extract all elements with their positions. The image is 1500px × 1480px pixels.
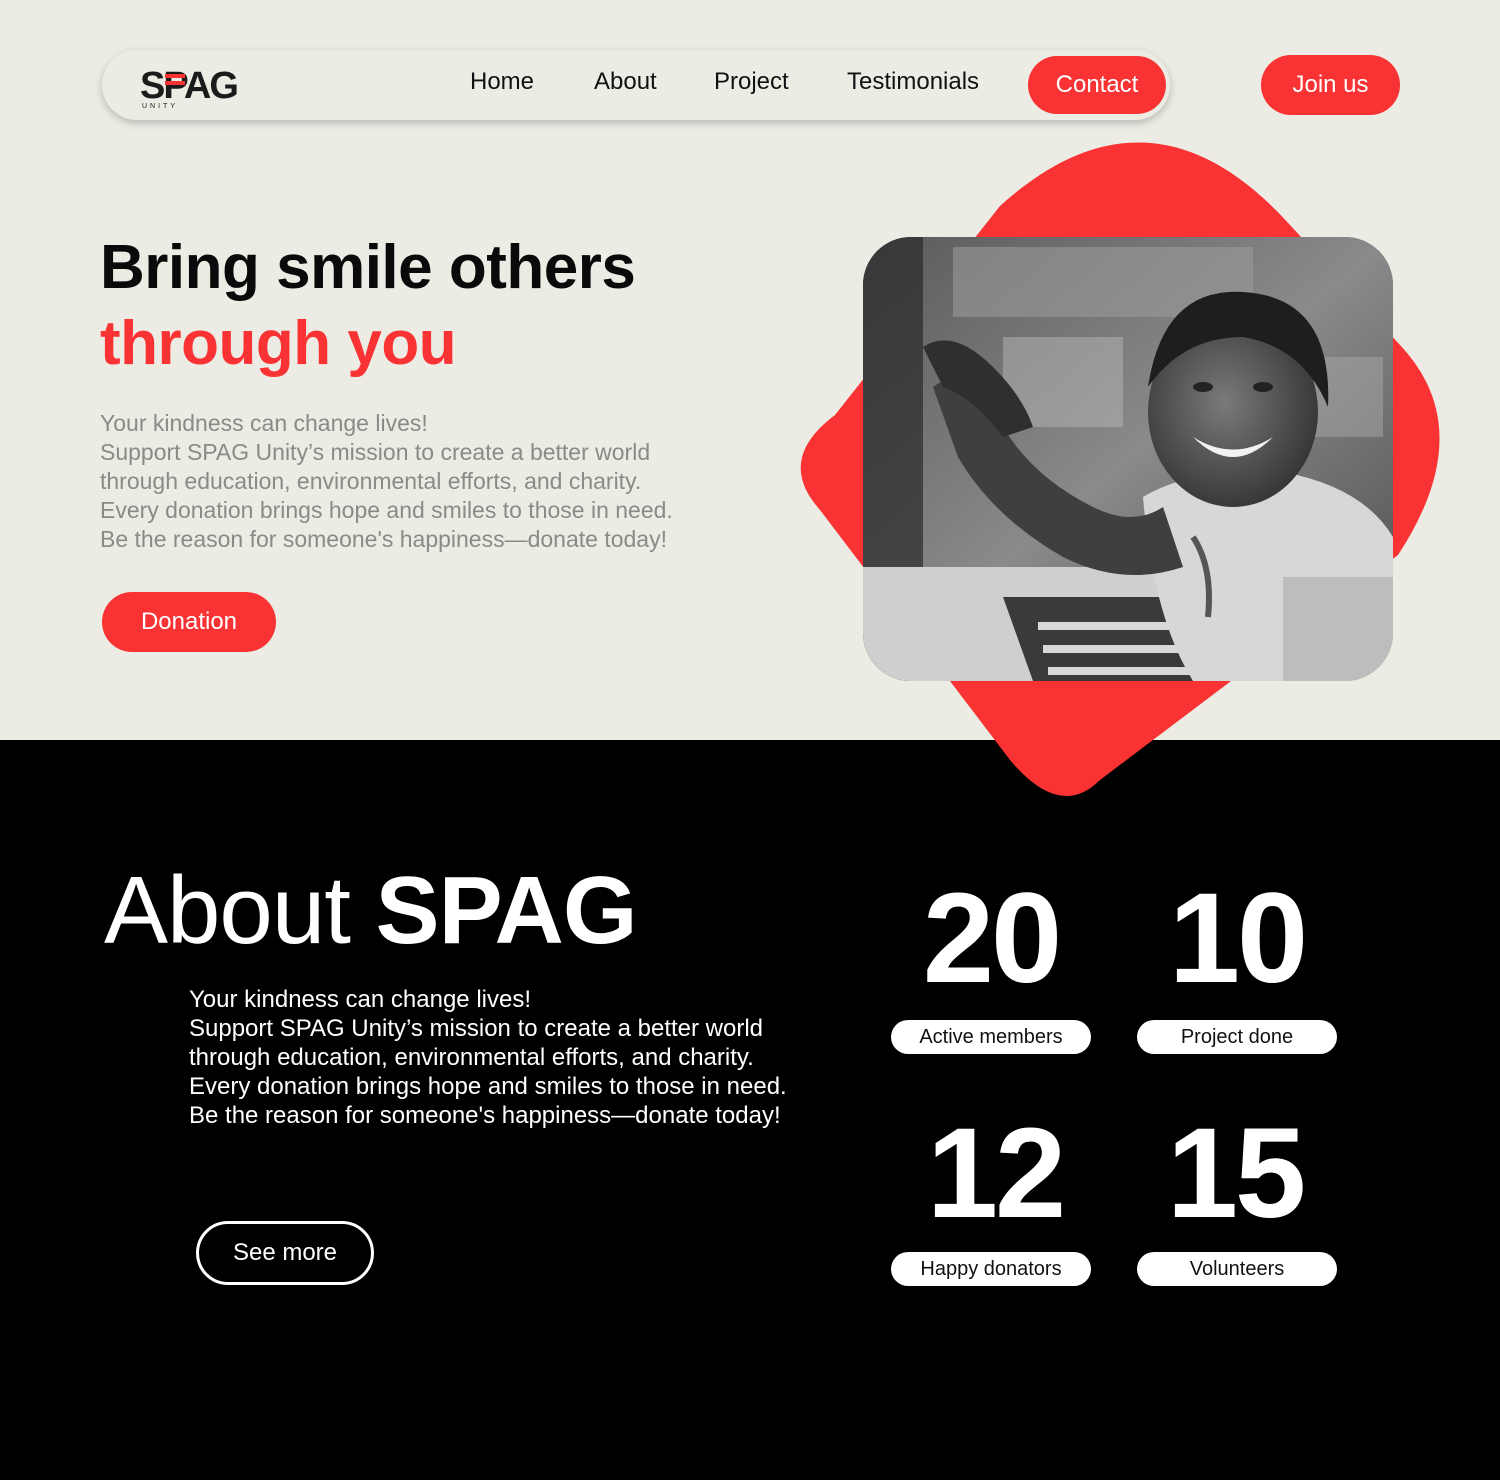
stat-happy-donators-value: 12	[926, 1102, 1066, 1245]
about-description: Your kindness can change lives! Support …	[189, 985, 787, 1130]
about-title: About SPAG	[104, 856, 638, 966]
hero-description-line: through education, environmental efforts…	[100, 468, 642, 494]
about-description-line: Support SPAG Unity’s mission to create a…	[189, 1015, 764, 1042]
about-description-line: Be the reason for someone's happiness—do…	[189, 1102, 781, 1129]
stat-active-members-label: Active members	[891, 1020, 1091, 1054]
hero-description: Your kindness can change lives! Support …	[100, 409, 780, 554]
stat-project-done-label: Project done	[1137, 1020, 1337, 1054]
nav-about-link[interactable]: About	[594, 68, 657, 96]
hero-title-line2: through you	[100, 309, 457, 378]
hero-photo-smiling-child	[863, 237, 1393, 681]
stat-volunteers-value: 15	[1166, 1102, 1306, 1245]
join-us-button[interactable]: Join us	[1261, 55, 1400, 115]
nav-testimonials-link[interactable]: Testimonials	[847, 68, 979, 96]
about-description-line: through education, environmental efforts…	[189, 1044, 754, 1071]
contact-button[interactable]: Contact	[1028, 56, 1166, 114]
svg-text:UNITY: UNITY	[142, 103, 178, 108]
hero-description-line: Be the reason for someone's happiness—do…	[100, 526, 667, 552]
about-title-light: About	[104, 857, 376, 964]
see-more-button[interactable]: See more	[196, 1221, 374, 1285]
stat-project-done-value: 10	[1168, 867, 1308, 1010]
about-description-line: Every donation brings hope and smiles to…	[189, 1073, 787, 1100]
navbar: SPAG UNITY Home About Project Testimonia…	[102, 50, 1170, 120]
hero-description-line: Support SPAG Unity’s mission to create a…	[100, 439, 651, 465]
donation-button[interactable]: Donation	[102, 592, 276, 652]
stat-active-members-value: 20	[922, 867, 1062, 1010]
about-description-line: Your kindness can change lives!	[189, 986, 531, 1013]
stat-volunteers-label: Volunteers	[1137, 1252, 1337, 1286]
hero-description-line: Your kindness can change lives!	[100, 410, 428, 436]
stat-happy-donators-label: Happy donators	[891, 1252, 1091, 1286]
hero-description-line: Every donation brings hope and smiles to…	[100, 497, 673, 523]
hero-title-line1: Bring smile others	[100, 233, 636, 302]
nav-project-link[interactable]: Project	[714, 68, 789, 96]
svg-text:SPAG: SPAG	[140, 65, 237, 107]
about-title-bold: SPAG	[375, 857, 638, 964]
spag-unity-logo[interactable]: SPAG UNITY	[140, 64, 260, 110]
nav-home-link[interactable]: Home	[470, 68, 534, 96]
